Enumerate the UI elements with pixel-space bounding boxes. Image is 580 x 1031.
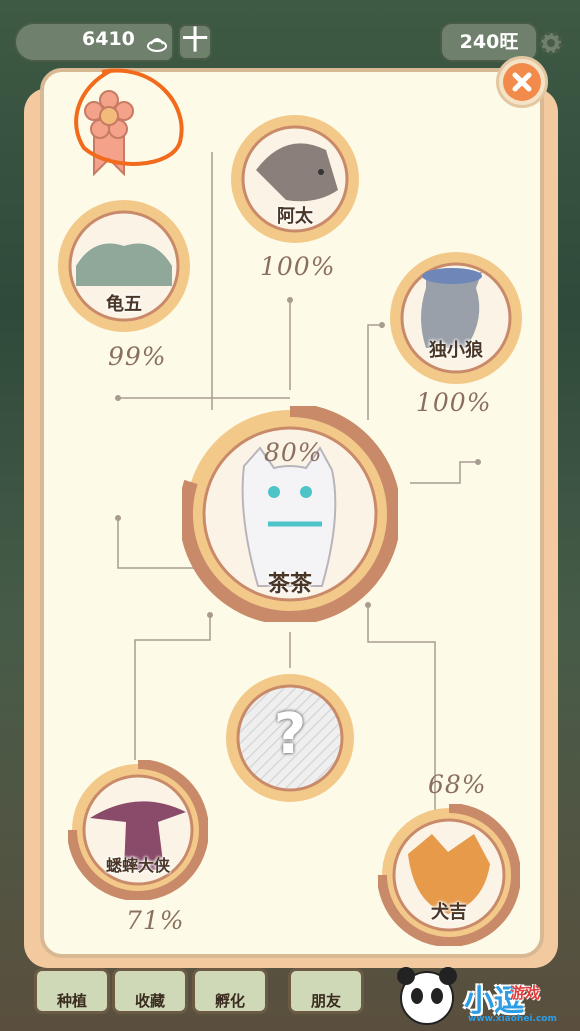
character-percent: 100% xyxy=(260,252,336,281)
character-percent: 71% xyxy=(126,906,185,935)
character-locked[interactable]: ? xyxy=(222,670,358,806)
watermark-sub: 游戏 xyxy=(510,984,541,1002)
character-name: 独小狼 xyxy=(429,340,483,361)
character-name: 茶茶 xyxy=(267,572,312,597)
character-portrait xyxy=(68,760,208,900)
character-quanji[interactable]: 犬吉 xyxy=(378,804,520,946)
tab-friends[interactable]: 朋友 xyxy=(288,968,364,1014)
flower-badge-icon xyxy=(74,68,184,177)
tab-hatching[interactable]: 孵化 xyxy=(192,968,268,1014)
tab-planting[interactable]: 种植 xyxy=(34,968,110,1014)
character-duxiaolang[interactable]: 独小狼 xyxy=(386,248,526,388)
character-percent: 100% xyxy=(416,388,492,417)
question-mark-icon: ? xyxy=(273,702,307,767)
character-name: 龟五 xyxy=(106,294,142,315)
character-portrait xyxy=(390,252,522,384)
close-button[interactable] xyxy=(496,56,548,108)
character-percent: 80% xyxy=(264,438,323,467)
character-guiwu[interactable]: 龟五 xyxy=(54,196,194,336)
panda-logo-icon xyxy=(397,967,457,1025)
character-percent: 68% xyxy=(428,770,487,799)
character-percent: 99% xyxy=(108,342,167,371)
close-icon xyxy=(512,72,532,92)
character-portrait xyxy=(378,804,520,946)
character-xishuaidaxia[interactable]: 蟋蟀大侠 xyxy=(68,760,208,900)
turtle-art xyxy=(76,243,172,286)
tab-collection[interactable]: 收藏 xyxy=(112,968,188,1014)
watermark-url: www.xiaohei.com xyxy=(468,1014,557,1024)
character-name: 蟋蟀大侠 xyxy=(105,856,170,875)
character-name: 阿太 xyxy=(277,206,313,227)
character-name: 犬吉 xyxy=(431,902,467,923)
character-atai[interactable]: 阿太 xyxy=(226,110,364,248)
